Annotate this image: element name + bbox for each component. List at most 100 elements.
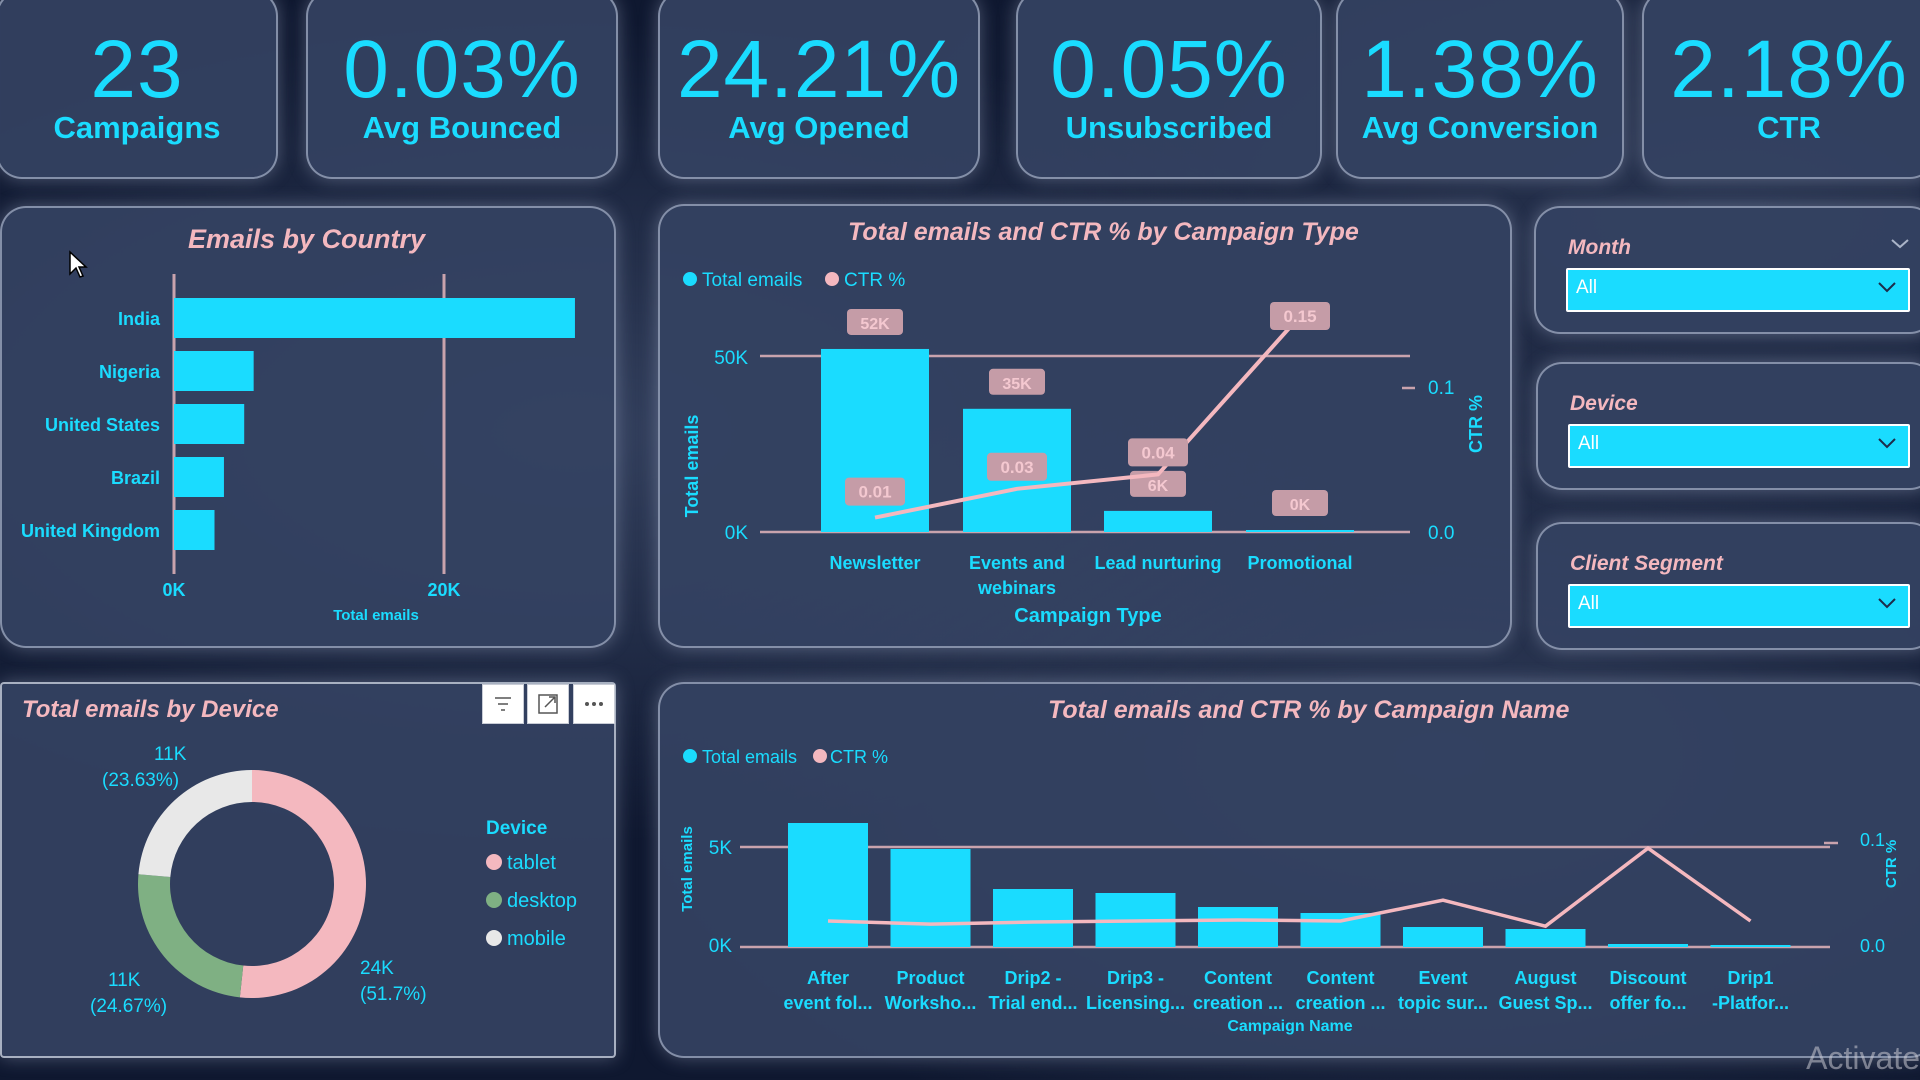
campaign-name-bar[interactable] bbox=[1198, 907, 1278, 947]
y-tick-label: 50K bbox=[714, 348, 748, 369]
country-bar[interactable] bbox=[174, 404, 245, 444]
x-tick-label: Guest Sp... bbox=[1498, 993, 1592, 1013]
line-data-label: 0.04 bbox=[1141, 443, 1175, 462]
country-label: United Kingdom bbox=[21, 521, 160, 541]
kpi-value: 1.38% bbox=[1361, 24, 1599, 115]
x-tick-label: -Platfor... bbox=[1712, 993, 1789, 1013]
country-bar[interactable] bbox=[174, 351, 254, 391]
mouse-cursor-icon bbox=[69, 250, 88, 278]
bar-data-label: 6K bbox=[1148, 478, 1169, 495]
kpi-label: CTR bbox=[1757, 110, 1821, 145]
y2-axis-label: CTR % bbox=[1466, 395, 1486, 453]
x-tick-label: 0K bbox=[162, 580, 185, 600]
donut-slice-desktop[interactable] bbox=[137, 874, 244, 998]
dropdown-value: All bbox=[1578, 593, 1600, 614]
focus-mode-button[interactable] bbox=[527, 684, 569, 724]
x-tick-label: Event bbox=[1418, 968, 1467, 988]
y2-axis-label: CTR % bbox=[1883, 840, 1900, 888]
x-tick-label: Lead nurturing bbox=[1095, 553, 1222, 573]
legend-label: tablet bbox=[507, 852, 556, 874]
client-segment-dropdown[interactable]: All bbox=[1568, 584, 1910, 628]
x-tick-label: Licensing... bbox=[1086, 993, 1185, 1013]
campaign-name-bar[interactable] bbox=[1710, 945, 1791, 947]
chevron-down-icon bbox=[1878, 438, 1896, 449]
kpi-card-avg-bounced[interactable]: 0.03% Avg Bounced bbox=[306, 0, 618, 179]
donut-slice-tablet[interactable] bbox=[239, 770, 366, 998]
campaign-name-bar[interactable] bbox=[1300, 913, 1381, 947]
x-tick-label: offer fo... bbox=[1610, 993, 1687, 1013]
filter-icon bbox=[495, 697, 511, 711]
campaign-type-bar[interactable] bbox=[1104, 510, 1212, 532]
legend-label: mobile bbox=[507, 928, 566, 950]
x-tick-label: creation ... bbox=[1193, 993, 1283, 1013]
kpi-card-ctr[interactable]: 2.18% CTR bbox=[1642, 0, 1920, 179]
campaign-name-bar[interactable] bbox=[1403, 927, 1483, 947]
bar-data-label: 52K bbox=[860, 316, 890, 333]
month-dropdown[interactable]: All bbox=[1566, 268, 1910, 312]
campaign-name-bar[interactable] bbox=[788, 823, 868, 947]
campaign-type-combo-chart: Total emails CTR % 52K 35K 6K 0K 0.01 0.03 0.0… bbox=[682, 270, 1486, 627]
x-tick-label: webinars bbox=[977, 578, 1056, 598]
x-tick-label: Newsletter bbox=[829, 553, 920, 573]
filter-button[interactable] bbox=[482, 684, 524, 724]
chevron-down-icon bbox=[1878, 598, 1896, 609]
campaign-name-bar[interactable] bbox=[1505, 929, 1586, 947]
kpi-card-avg-opened[interactable]: 24.21% Avg Opened bbox=[658, 0, 980, 179]
kpi-value: 24.21% bbox=[676, 24, 962, 115]
bar-data-label: 35K bbox=[1002, 376, 1032, 393]
slice-percent-label: (51.7%) bbox=[360, 984, 427, 1005]
more-options-icon bbox=[585, 702, 603, 706]
legend-label: desktop bbox=[507, 890, 577, 912]
kpi-label: Avg Bounced bbox=[362, 110, 562, 145]
slice-percent-label: (23.63%) bbox=[102, 770, 179, 791]
emails-by-country-card[interactable]: Emails by Country India Nigeria United Sta… bbox=[0, 206, 616, 648]
country-label: India bbox=[118, 309, 161, 329]
kpi-card-avg-conversion[interactable]: 1.38% Avg Conversion bbox=[1336, 0, 1624, 179]
slice-percent-label: (24.67%) bbox=[90, 996, 167, 1017]
bar-data-label: 0K bbox=[1290, 497, 1311, 514]
legend-dot-mobile bbox=[486, 930, 502, 946]
client-segment-slicer[interactable]: Client Segment All bbox=[1536, 522, 1920, 650]
x-tick-label: creation ... bbox=[1295, 993, 1385, 1013]
legend-dot-tablet bbox=[486, 854, 502, 870]
campaign-type-card[interactable]: Total emails and CTR % by Campaign Type … bbox=[658, 204, 1512, 648]
campaign-name-bar[interactable] bbox=[890, 849, 971, 947]
country-bar[interactable] bbox=[174, 298, 575, 338]
device-donut-card[interactable]: Total emails by Device Device tablet des… bbox=[0, 682, 616, 1058]
y2-tick-label: 0.0 bbox=[1428, 523, 1454, 544]
more-options-button[interactable] bbox=[573, 684, 615, 724]
ctr-line bbox=[874, 314, 1302, 520]
month-slicer[interactable]: Month All bbox=[1534, 206, 1920, 334]
country-bar[interactable] bbox=[174, 457, 224, 497]
kpi-value: 23 bbox=[90, 24, 184, 115]
country-label: United States bbox=[45, 415, 160, 435]
campaign-name-card[interactable]: Total emails and CTR % by Campaign Name … bbox=[658, 682, 1920, 1058]
campaign-name-bar[interactable] bbox=[1608, 944, 1688, 947]
y-tick-label: 0K bbox=[725, 523, 749, 544]
slice-value-label: 11K bbox=[154, 744, 187, 765]
kpi-value: 0.03% bbox=[343, 24, 581, 115]
x-tick-label: Worksho... bbox=[885, 993, 977, 1013]
x-axis-label: Campaign Type bbox=[1014, 605, 1161, 627]
legend-title: Device bbox=[486, 818, 547, 839]
x-tick-label: After bbox=[807, 968, 849, 988]
legend-dot-ctr bbox=[813, 749, 827, 763]
campaign-name-bar[interactable] bbox=[993, 889, 1073, 947]
x-tick-label: Discount bbox=[1609, 968, 1686, 988]
kpi-label: Unsubscribed bbox=[1065, 110, 1273, 145]
country-bar-chart: India Nigeria United States Brazil United Ki… bbox=[21, 274, 575, 624]
campaign-type-bar[interactable] bbox=[1246, 530, 1354, 532]
device-slicer[interactable]: Device All bbox=[1536, 362, 1920, 490]
x-tick-label: event fol... bbox=[783, 993, 872, 1013]
chevron-down-icon[interactable] bbox=[1890, 238, 1910, 250]
legend-dot-desktop bbox=[486, 892, 502, 908]
device-dropdown[interactable]: All bbox=[1568, 424, 1910, 468]
x-tick-label: Drip2 - bbox=[1004, 968, 1061, 988]
kpi-card-unsubscribed[interactable]: 0.05% Unsubscribed bbox=[1016, 0, 1322, 179]
country-bar[interactable] bbox=[174, 510, 215, 550]
kpi-card-campaigns[interactable]: 23 Campaigns bbox=[0, 0, 278, 179]
slicer-title: Client Segment bbox=[1570, 552, 1723, 575]
x-axis-label: Campaign Name bbox=[1227, 1018, 1352, 1035]
x-tick-label: Trial end... bbox=[988, 993, 1077, 1013]
country-label: Brazil bbox=[111, 468, 160, 488]
